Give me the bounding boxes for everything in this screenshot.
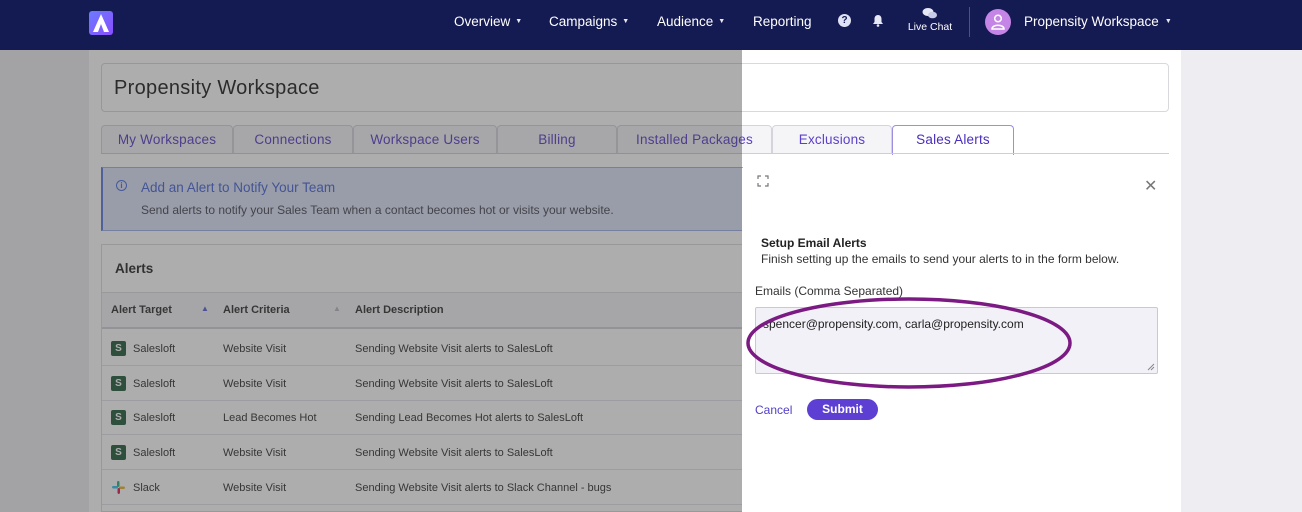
bell-icon[interactable] — [872, 14, 884, 32]
chat-bubbles-icon — [922, 8, 937, 19]
expand-icon[interactable] — [757, 175, 769, 187]
nav-overview-label: Overview — [454, 14, 511, 29]
app-logo-icon[interactable] — [89, 11, 113, 35]
workspace-menu-label: Propensity Workspace — [1024, 14, 1159, 29]
resize-handle-icon[interactable] — [1147, 363, 1155, 371]
modal-overlay[interactable] — [0, 50, 742, 512]
nav-audience[interactable]: Audience ▼ — [657, 14, 725, 29]
submit-button[interactable]: Submit — [807, 399, 878, 420]
highlight-ellipse — [746, 297, 1072, 389]
live-chat-button[interactable]: Live Chat — [905, 7, 955, 33]
setup-description: Finish setting up the emails to send you… — [761, 252, 1120, 266]
avatar[interactable] — [985, 9, 1011, 35]
setup-title: Setup Email Alerts — [761, 236, 867, 250]
cancel-button[interactable]: Cancel — [755, 403, 792, 417]
chevron-down-icon: ▼ — [515, 18, 523, 25]
help-icon[interactable]: ? — [838, 14, 851, 27]
nav-divider — [969, 7, 970, 37]
nav-campaigns[interactable]: Campaigns ▼ — [549, 14, 629, 29]
tab-sales-alerts[interactable]: Sales Alerts — [892, 125, 1014, 155]
live-chat-label: Live Chat — [907, 21, 953, 33]
tab-exclusions[interactable]: Exclusions — [772, 125, 892, 154]
chevron-down-icon: ▼ — [1164, 18, 1172, 25]
top-nav: Overview ▼ Campaigns ▼ Audience ▼ Reporting… — [0, 0, 1302, 50]
chevron-down-icon: ▼ — [622, 18, 630, 25]
nav-campaigns-label: Campaigns — [549, 14, 618, 29]
nav-reporting[interactable]: Reporting — [753, 14, 812, 29]
nav-overview[interactable]: Overview ▼ — [454, 14, 522, 29]
close-icon[interactable]: ✕ — [1144, 176, 1157, 196]
nav-reporting-label: Reporting — [753, 14, 812, 29]
nav-audience-label: Audience — [657, 14, 714, 29]
chevron-down-icon: ▼ — [718, 18, 726, 25]
workspace-menu[interactable]: Propensity Workspace ▼ — [1024, 14, 1172, 29]
